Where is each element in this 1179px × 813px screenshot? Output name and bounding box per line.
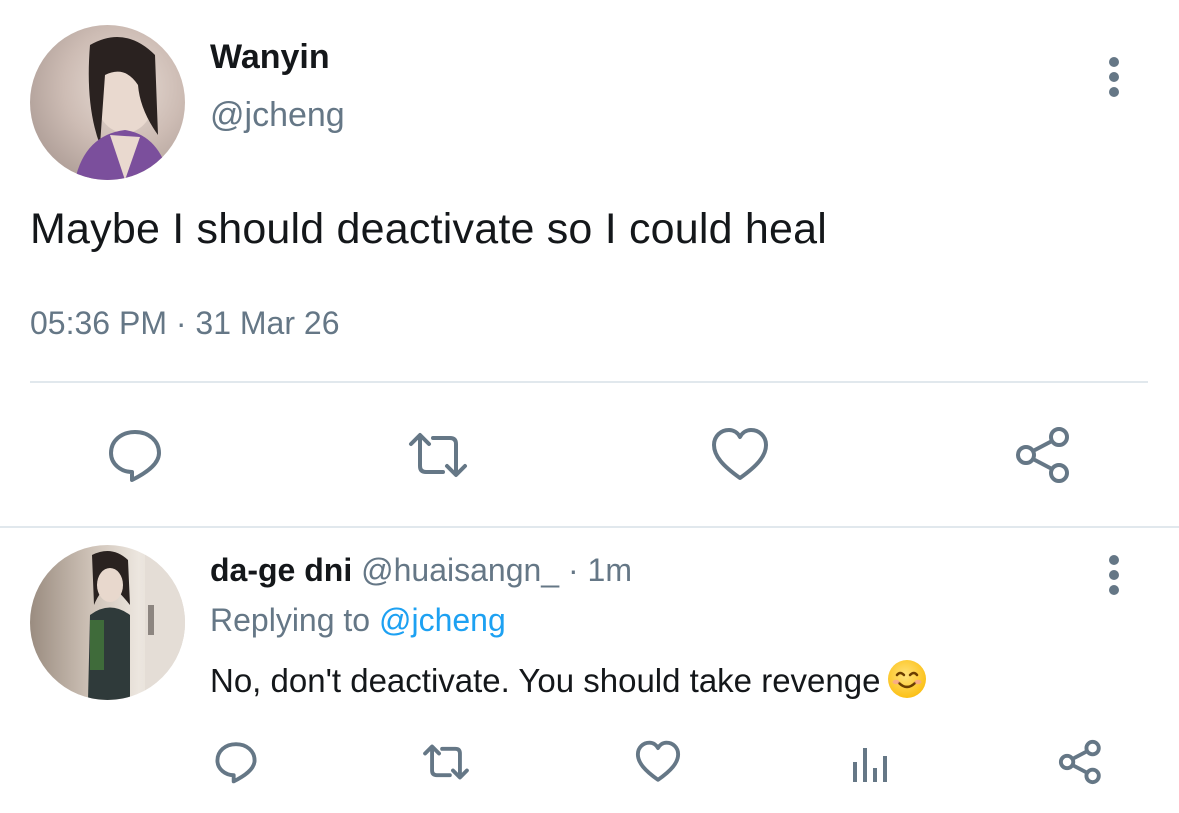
- divider: [0, 526, 1179, 528]
- reply-like-button[interactable]: [634, 738, 682, 786]
- author-handle[interactable]: @jcheng: [210, 96, 345, 135]
- reply-more-options-icon[interactable]: [1096, 553, 1132, 597]
- replying-to-mention[interactable]: @jcheng: [379, 602, 506, 638]
- reply-share-button[interactable]: [1057, 738, 1105, 786]
- reply-analytics-button[interactable]: [845, 740, 893, 788]
- tweet-timestamp: 05:36 PM · 31 Mar 26: [30, 305, 340, 341]
- reply-author-name[interactable]: da-ge dni: [210, 552, 352, 588]
- share-icon: [1016, 427, 1069, 483]
- retweet-button[interactable]: [407, 424, 469, 486]
- share-icon: [1058, 739, 1101, 785]
- share-button[interactable]: [1013, 424, 1075, 486]
- author-avatar[interactable]: [30, 25, 185, 180]
- reply-author-meta: @huaisangn_ · 1m: [352, 552, 632, 588]
- reply-icon: [215, 742, 257, 784]
- reply-text: No, don't deactivate. You should take re…: [210, 662, 881, 699]
- analytics-icon: [853, 748, 887, 782]
- divider: [30, 381, 1148, 383]
- replying-to-prefix: Replying to: [210, 602, 379, 638]
- tweet-text: Maybe I should deactivate so I could hea…: [30, 205, 828, 253]
- retweet-icon: [409, 433, 467, 477]
- reply-author-avatar[interactable]: [30, 545, 185, 700]
- like-icon: [635, 740, 681, 782]
- author-name[interactable]: Wanyin: [210, 38, 330, 77]
- like-icon: [712, 428, 768, 480]
- like-button[interactable]: [709, 424, 771, 486]
- more-options-icon[interactable]: [1096, 55, 1132, 99]
- reply-icon: [109, 430, 161, 482]
- replying-to: Replying to @jcheng: [210, 602, 506, 639]
- reply-retweet-button[interactable]: [422, 738, 470, 786]
- retweet-icon: [423, 744, 469, 780]
- reply-text-line: No, don't deactivate. You should take re…: [210, 660, 927, 700]
- smiling-face-emoji-icon: [888, 660, 927, 698]
- reply-button[interactable]: [104, 424, 166, 486]
- reply-header: da-ge dni @huaisangn_ · 1m: [210, 552, 632, 589]
- reply-reply-button[interactable]: [212, 738, 260, 786]
